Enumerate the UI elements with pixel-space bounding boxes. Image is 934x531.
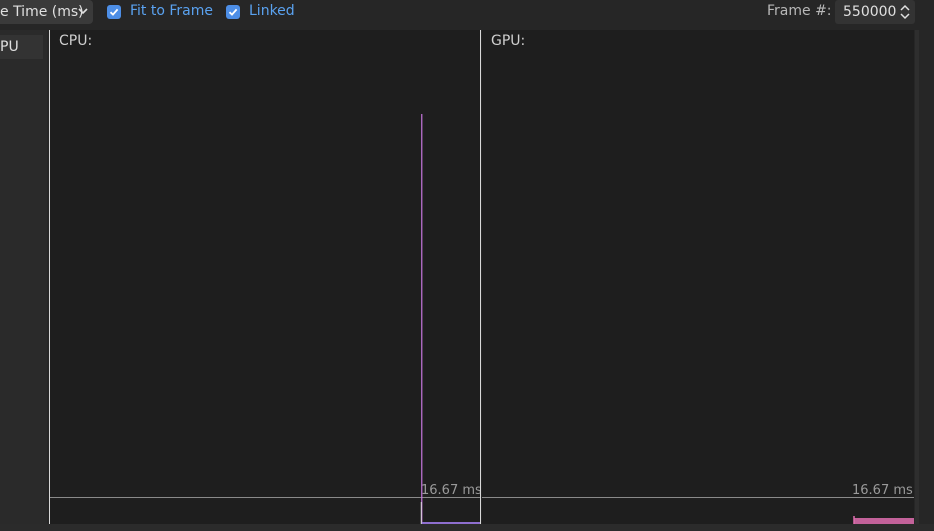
frame-number-spinbox[interactable]: 550000 <box>835 0 915 24</box>
cpu-graph-panel[interactable]: CPU: 16.67 ms <box>49 30 481 524</box>
gpu-tab-label: PU <box>0 39 19 55</box>
panel-splitter[interactable] <box>915 30 919 524</box>
linked-checkbox[interactable] <box>226 5 240 19</box>
frame-number-value: 550000 <box>843 4 897 20</box>
spin-arrows-icon[interactable] <box>899 3 911 21</box>
left-sidebar <box>0 30 47 531</box>
toolbar: e Time (ms) Fit to Frame Linked Frame #:… <box>0 0 934 24</box>
gpu-budget-label: 16.67 ms <box>852 483 913 498</box>
cpu-graph-canvas <box>50 114 480 524</box>
gpu-graph-canvas <box>482 497 914 524</box>
metric-dropdown[interactable]: e Time (ms) <box>0 0 93 24</box>
checkmark-icon <box>228 8 238 16</box>
metric-dropdown-value: e Time (ms) <box>0 4 84 20</box>
frame-number-label: Frame #: <box>767 3 832 19</box>
cpu-budget-label: 16.67 ms <box>421 483 481 498</box>
chevron-down-icon <box>78 8 88 15</box>
gpu-tab[interactable]: PU <box>0 35 43 59</box>
checkmark-icon <box>109 8 119 16</box>
gpu-graph-panel[interactable]: GPU: 16.67 ms <box>482 30 914 524</box>
linked-label[interactable]: Linked <box>249 3 295 19</box>
bottom-scrollbar[interactable] <box>0 524 934 531</box>
fit-to-frame-checkbox[interactable] <box>107 5 121 19</box>
profiler-window: e Time (ms) Fit to Frame Linked Frame #:… <box>0 0 934 531</box>
fit-to-frame-label[interactable]: Fit to Frame <box>130 3 213 19</box>
